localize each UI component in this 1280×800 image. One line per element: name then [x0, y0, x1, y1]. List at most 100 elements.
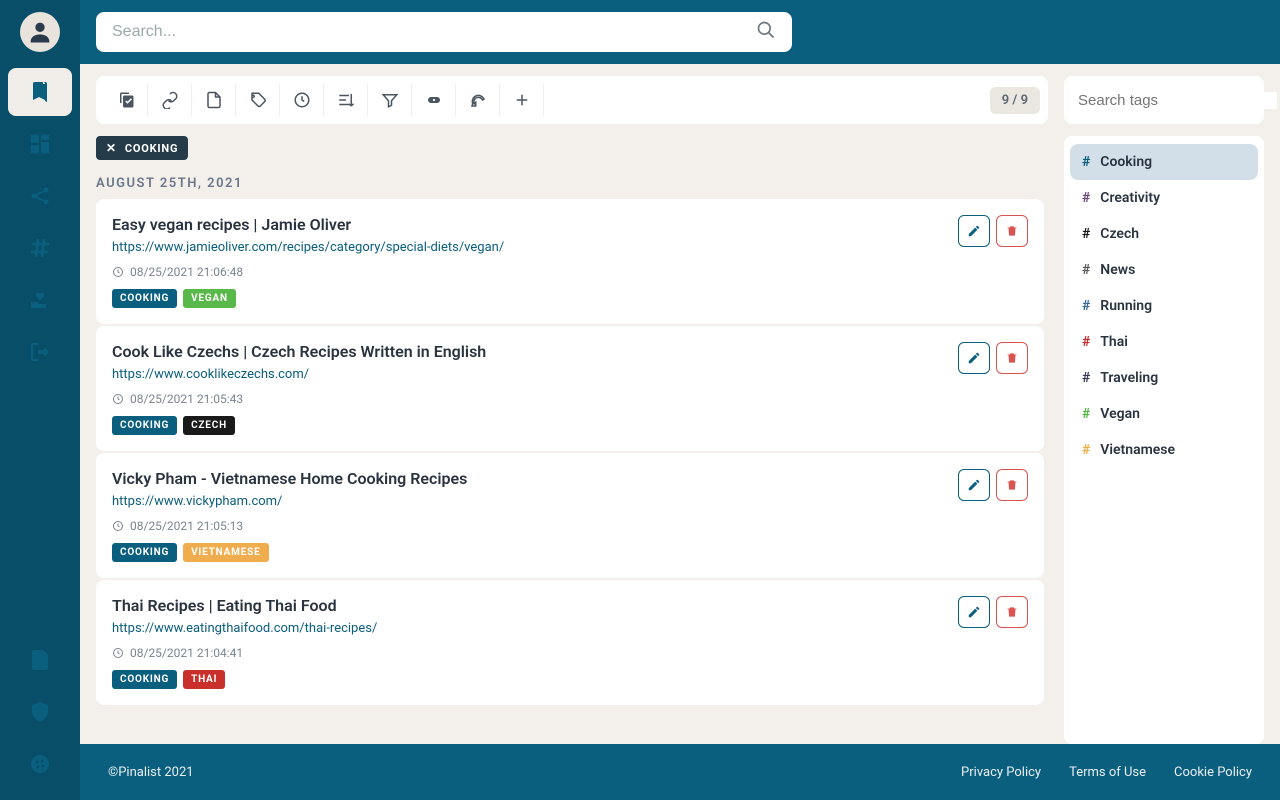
delete-button[interactable]	[996, 215, 1028, 247]
cookie-icon	[28, 752, 52, 776]
footer-links: Privacy Policy Terms of Use Cookie Policy	[961, 765, 1252, 780]
hash-icon: #	[1082, 406, 1090, 422]
edit-button[interactable]	[958, 342, 990, 374]
tag-badge[interactable]: COOKING	[112, 289, 177, 308]
tag-item[interactable]: #Czech	[1070, 216, 1258, 252]
toolbar-info[interactable]	[412, 84, 456, 116]
tag-badge[interactable]: THAI	[183, 670, 225, 689]
bookmark-timestamp: 08/25/2021 21:05:43	[112, 392, 1028, 406]
bookmark-tags: COOKING CZECH	[112, 416, 1028, 435]
tag-item[interactable]: #Cooking	[1070, 144, 1258, 180]
delete-button[interactable]	[996, 596, 1028, 628]
bookmark-card: Cook Like Czechs | Czech Recipes Written…	[96, 326, 1044, 451]
edit-button[interactable]	[958, 469, 990, 501]
tag-search-input[interactable]	[1078, 92, 1277, 109]
bookmark-title[interactable]: Easy vegan recipes | Jamie Oliver	[112, 215, 1028, 234]
content: 9 / 9 ✕ COOKING AUGUST 25TH, 2021 Easy v…	[80, 64, 1280, 744]
search-input[interactable]	[112, 23, 756, 41]
bookmark-list[interactable]: Easy vegan recipes | Jamie Oliver https:…	[96, 199, 1048, 744]
hand-heart-icon	[28, 288, 52, 312]
bookmark-url[interactable]: https://www.vickypham.com/	[112, 494, 1028, 509]
search-icon	[756, 20, 776, 44]
counter: 9 / 9	[990, 87, 1040, 114]
toolbar-tag[interactable]	[236, 84, 280, 116]
sidebar-dashboard[interactable]	[8, 120, 72, 168]
sidebar-tags[interactable]	[8, 224, 72, 272]
hash-icon: #	[1082, 298, 1090, 314]
tag-item[interactable]: #Creativity	[1070, 180, 1258, 216]
toolbar-sort[interactable]	[324, 84, 368, 116]
sidebar-docs[interactable]	[8, 636, 72, 684]
clock-icon	[112, 393, 124, 405]
close-icon[interactable]: ✕	[106, 141, 117, 155]
tag-badge[interactable]: COOKING	[112, 416, 177, 435]
bookmark-title[interactable]: Thai Recipes | Eating Thai Food	[112, 596, 1028, 615]
toolbar-select-all[interactable]	[104, 84, 148, 116]
search-box[interactable]	[96, 12, 792, 52]
trash-icon	[1005, 478, 1019, 492]
bookmark-actions	[958, 469, 1028, 501]
tag-item[interactable]: # Vegan	[1070, 396, 1258, 432]
trash-icon	[1005, 605, 1019, 619]
tag-search-box[interactable]	[1064, 76, 1264, 124]
tag-badge[interactable]: COOKING	[112, 670, 177, 689]
bookmark-url[interactable]: https://www.jamieoliver.com/recipes/cate…	[112, 240, 1028, 255]
clock-icon	[112, 647, 124, 659]
edit-button[interactable]	[958, 215, 990, 247]
toolbar-add[interactable]	[500, 84, 544, 116]
bookmark-url[interactable]: https://www.eatingthaifood.com/thai-reci…	[112, 621, 1028, 636]
tag-item[interactable]: #News	[1070, 252, 1258, 288]
footer-link[interactable]: Privacy Policy	[961, 765, 1041, 780]
trash-icon	[1005, 224, 1019, 238]
toolbar-page[interactable]	[192, 84, 236, 116]
tag-item[interactable]: #Thai	[1070, 324, 1258, 360]
footer-link[interactable]: Terms of Use	[1069, 765, 1146, 780]
tag-badge[interactable]: COOKING	[112, 543, 177, 562]
toolbar-refresh[interactable]	[456, 84, 500, 116]
bookmark-title[interactable]: Cook Like Czechs | Czech Recipes Written…	[112, 342, 1028, 361]
bookmark-actions	[958, 596, 1028, 628]
toolbar-clock[interactable]	[280, 84, 324, 116]
tag-badge[interactable]: VIETNAMESE	[183, 543, 268, 562]
share-icon	[28, 184, 52, 208]
tag-label: Running	[1100, 298, 1152, 314]
tag-list[interactable]: #Cooking#Creativity#Czech#News # Running #T…	[1064, 136, 1264, 744]
tag-label: Vietnamese	[1100, 442, 1175, 458]
delete-button[interactable]	[996, 469, 1028, 501]
delete-button[interactable]	[996, 342, 1028, 374]
tag-badge[interactable]: CZECH	[183, 416, 235, 435]
toolbar-link[interactable]	[148, 84, 192, 116]
footer-link[interactable]: Cookie Policy	[1174, 765, 1252, 780]
bookmark-title[interactable]: Vicky Pham - Vietnamese Home Cooking Rec…	[112, 469, 1028, 488]
avatar[interactable]	[20, 12, 60, 52]
tag-item[interactable]: # Vietnamese	[1070, 432, 1258, 468]
sidebar-share[interactable]	[8, 172, 72, 220]
pencil-icon	[967, 351, 981, 365]
tag-badge[interactable]: VEGAN	[183, 289, 236, 308]
filter-chip-cooking[interactable]: ✕ COOKING	[96, 136, 188, 160]
sidebar-security[interactable]	[8, 688, 72, 736]
tag-item[interactable]: # Running	[1070, 288, 1258, 324]
bookmark-url[interactable]: https://www.cooklikeczechs.com/	[112, 367, 1028, 382]
hash-icon: #	[1082, 442, 1090, 458]
sidebar-logout[interactable]	[8, 328, 72, 376]
sidebar-cookies[interactable]	[8, 740, 72, 788]
bookmark-timestamp: 08/25/2021 21:04:41	[112, 646, 1028, 660]
hash-icon: #	[1082, 370, 1090, 386]
right-column: #Cooking#Creativity#Czech#News # Running #T…	[1064, 76, 1264, 744]
main: 9 / 9 ✕ COOKING AUGUST 25TH, 2021 Easy v…	[80, 0, 1280, 800]
bookmark-card: Thai Recipes | Eating Thai Food https://…	[96, 580, 1044, 705]
sidebar-donate[interactable]	[8, 276, 72, 324]
sidebar	[0, 0, 80, 800]
toolbar-filter[interactable]	[368, 84, 412, 116]
bookmark-tags: COOKING VIETNAMESE	[112, 543, 1028, 562]
bookmark-timestamp: 08/25/2021 21:06:48	[112, 265, 1028, 279]
edit-button[interactable]	[958, 596, 990, 628]
pencil-icon	[967, 605, 981, 619]
pencil-icon	[967, 224, 981, 238]
sidebar-bookmarks[interactable]	[8, 68, 72, 116]
tag-item[interactable]: #Traveling	[1070, 360, 1258, 396]
footer: ©Pinalist 2021 Privacy PolicyTerms of Us…	[80, 744, 1280, 800]
tag-label: Vegan	[1100, 406, 1140, 422]
bookmark-card: Vicky Pham - Vietnamese Home Cooking Rec…	[96, 453, 1044, 578]
